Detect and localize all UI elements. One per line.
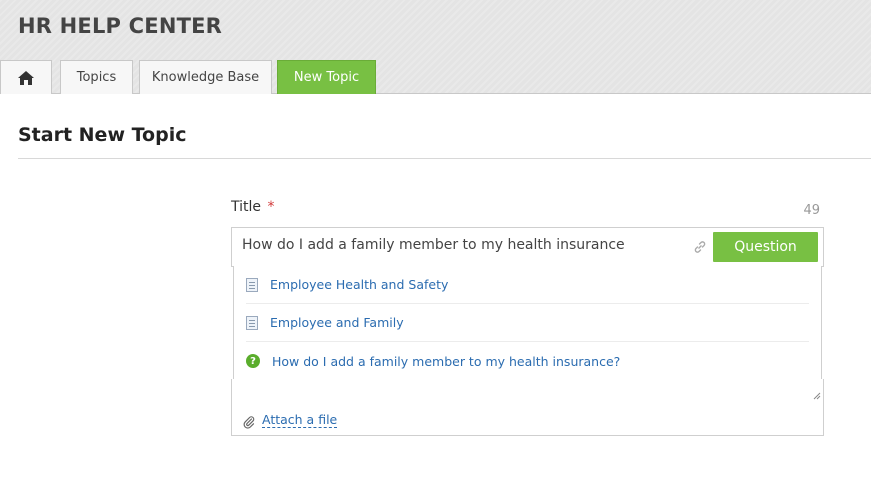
app-header: HR HELP CENTER Topics Knowledge Base New… xyxy=(0,0,871,94)
suggestion-item[interactable]: Employee Health and Safety xyxy=(246,266,809,304)
suggestion-item[interactable]: Employee and Family xyxy=(246,304,809,342)
divider xyxy=(18,158,871,159)
tab-new-topic[interactable]: New Topic xyxy=(277,60,376,94)
question-icon: ? xyxy=(246,354,260,368)
page-title: Start New Topic xyxy=(18,124,187,146)
home-icon xyxy=(17,70,35,86)
title-label: Title * xyxy=(231,199,274,215)
paperclip-icon xyxy=(243,414,255,433)
tab-home[interactable] xyxy=(0,60,52,94)
suggestion-list: Employee Health and Safety Employee and … xyxy=(233,266,822,380)
attach-file-link[interactable]: Attach a file xyxy=(262,412,338,428)
resize-handle-icon[interactable] xyxy=(813,385,821,404)
suggestion-label: How do I add a family member to my healt… xyxy=(272,353,621,369)
required-marker: * xyxy=(267,199,275,215)
tab-topics[interactable]: Topics xyxy=(60,60,133,94)
suggestion-item[interactable]: ? How do I add a family member to my hea… xyxy=(246,342,809,380)
char-count: 49 xyxy=(803,203,820,218)
suggestion-label: Employee Health and Safety xyxy=(270,277,449,292)
question-type-button[interactable]: Question xyxy=(713,232,818,262)
attachment-bar: Attach a file xyxy=(231,406,824,436)
tab-knowledge-base[interactable]: Knowledge Base xyxy=(139,60,272,94)
description-textarea[interactable] xyxy=(231,379,824,407)
title-label-text: Title xyxy=(231,199,262,215)
title-input-container: How do I add a family member to my healt… xyxy=(231,227,824,267)
app-title: HR HELP CENTER xyxy=(18,14,223,38)
suggestion-label: Employee and Family xyxy=(270,315,404,330)
document-icon xyxy=(246,277,258,292)
title-input[interactable]: How do I add a family member to my healt… xyxy=(242,237,682,253)
document-icon xyxy=(246,315,258,330)
link-icon[interactable] xyxy=(693,239,707,258)
